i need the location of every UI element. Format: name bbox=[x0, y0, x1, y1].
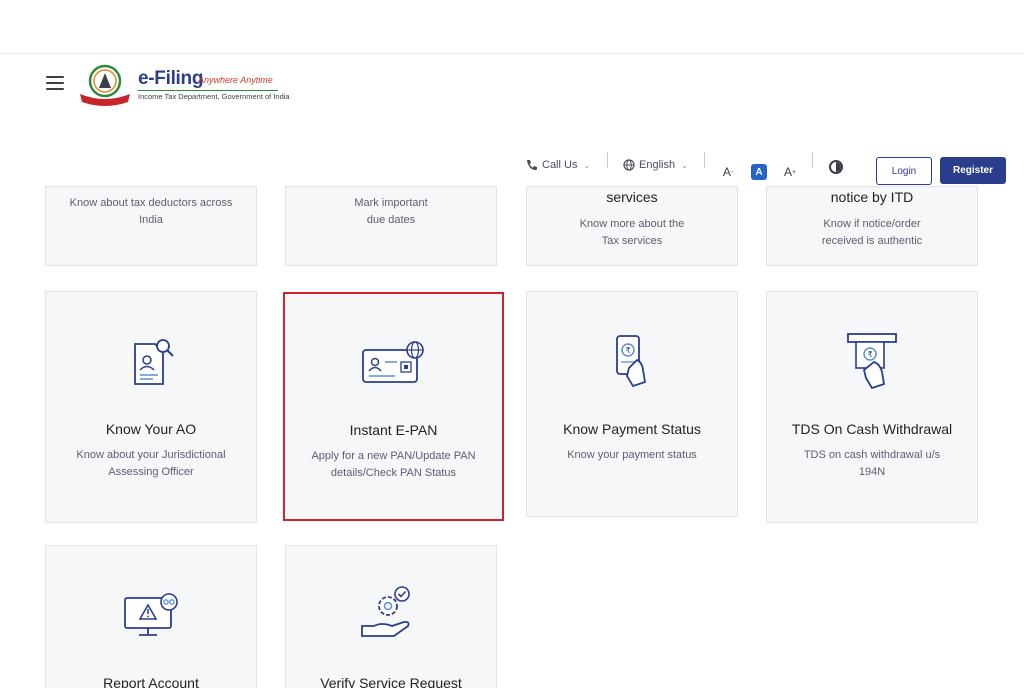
know-payment-status-card[interactable]: ₹ Know Payment Status Know your payment … bbox=[526, 291, 738, 517]
divider bbox=[812, 152, 813, 168]
id-card-globe-icon bbox=[361, 341, 424, 383]
register-button[interactable]: Register bbox=[940, 157, 1006, 184]
monitor-warning-icon bbox=[124, 593, 178, 636]
card-description: Know if notice/order received is authent… bbox=[821, 218, 923, 247]
font-increase-label: A bbox=[783, 165, 792, 179]
instant-epan-card[interactable]: Instant E-PAN Apply for a new PAN/Update… bbox=[283, 292, 504, 521]
logo-subtitle: Income Tax Department, Government of Ind… bbox=[138, 92, 290, 101]
divider bbox=[607, 152, 608, 168]
font-decrease-label: A bbox=[722, 165, 731, 179]
divider bbox=[704, 152, 705, 168]
globe-icon bbox=[623, 159, 635, 171]
service-card[interactable]: Know about tax deductors across India bbox=[45, 186, 257, 266]
card-title: Know Payment Status bbox=[563, 421, 701, 437]
tds-cash-withdrawal-card[interactable]: ₹ TDS On Cash Withdrawal TDS on cash wit… bbox=[766, 291, 978, 523]
language-dropdown[interactable]: English ⌄ bbox=[623, 150, 688, 180]
card-description: Know more about the Tax services bbox=[579, 218, 685, 247]
atm-cash-icon: ₹ bbox=[847, 333, 897, 390]
card-title: notice by ITD bbox=[830, 189, 914, 205]
top-divider bbox=[0, 53, 1024, 54]
svg-text:₹: ₹ bbox=[625, 346, 630, 355]
font-increase-button[interactable]: A + bbox=[781, 163, 799, 181]
hand-gear-check-icon bbox=[361, 586, 410, 637]
verify-service-request-card[interactable]: Verify Service Request bbox=[285, 545, 497, 688]
logo-title: e-Filing bbox=[138, 68, 204, 89]
card-title: Report Account bbox=[103, 675, 199, 688]
logo-tagline: Anywhere Anytime bbox=[198, 75, 273, 85]
card-title: services bbox=[606, 189, 658, 205]
contrast-toggle-icon[interactable] bbox=[829, 160, 843, 174]
service-card[interactable]: services Know more about the Tax service… bbox=[526, 186, 738, 266]
font-default-button[interactable]: A bbox=[751, 164, 767, 180]
card-description: TDS on cash withdrawal u/s 194N bbox=[803, 449, 941, 478]
efiling-logo[interactable]: e-Filing Anywhere Anytime Income Tax Dep… bbox=[78, 64, 290, 106]
card-description: Know about tax deductors across India bbox=[69, 197, 233, 226]
card-title: Instant E-PAN bbox=[349, 422, 438, 438]
card-description: Mark important due dates bbox=[354, 197, 428, 226]
call-us-label: Call Us bbox=[542, 159, 578, 171]
font-decrease-button[interactable]: A- bbox=[719, 163, 737, 181]
phone-icon bbox=[527, 160, 537, 170]
service-card[interactable]: notice by ITD Know if notice/order recei… bbox=[766, 186, 978, 266]
document-search-icon bbox=[134, 339, 174, 385]
svg-text:₹: ₹ bbox=[867, 350, 872, 359]
report-account-card[interactable]: Report Account bbox=[45, 545, 257, 688]
logo-underline bbox=[138, 90, 278, 91]
language-label: English bbox=[639, 159, 676, 171]
card-description: Know about your Jurisdictional Assessing… bbox=[76, 449, 226, 478]
call-us-dropdown[interactable]: Call Us ⌄ bbox=[526, 150, 590, 180]
mobile-payment-icon: ₹ bbox=[616, 335, 647, 388]
hamburger-menu-icon[interactable] bbox=[46, 76, 64, 90]
card-title: TDS On Cash Withdrawal bbox=[791, 421, 953, 437]
know-your-ao-card[interactable]: Know Your AO Know about your Jurisdictio… bbox=[45, 291, 257, 523]
chevron-down-icon: ⌄ bbox=[681, 160, 688, 170]
login-button[interactable]: Login bbox=[876, 157, 932, 185]
font-default-label: A bbox=[755, 166, 763, 178]
card-description: Know your payment status bbox=[567, 449, 697, 461]
chevron-down-icon: ⌄ bbox=[583, 160, 591, 170]
card-description: Apply for a new PAN/Update PAN details/C… bbox=[311, 450, 476, 479]
emblem-icon bbox=[80, 64, 130, 106]
service-card[interactable]: Mark important due dates bbox=[285, 186, 497, 266]
card-title: Know Your AO bbox=[105, 421, 197, 437]
card-title: Verify Service Request bbox=[320, 675, 462, 688]
